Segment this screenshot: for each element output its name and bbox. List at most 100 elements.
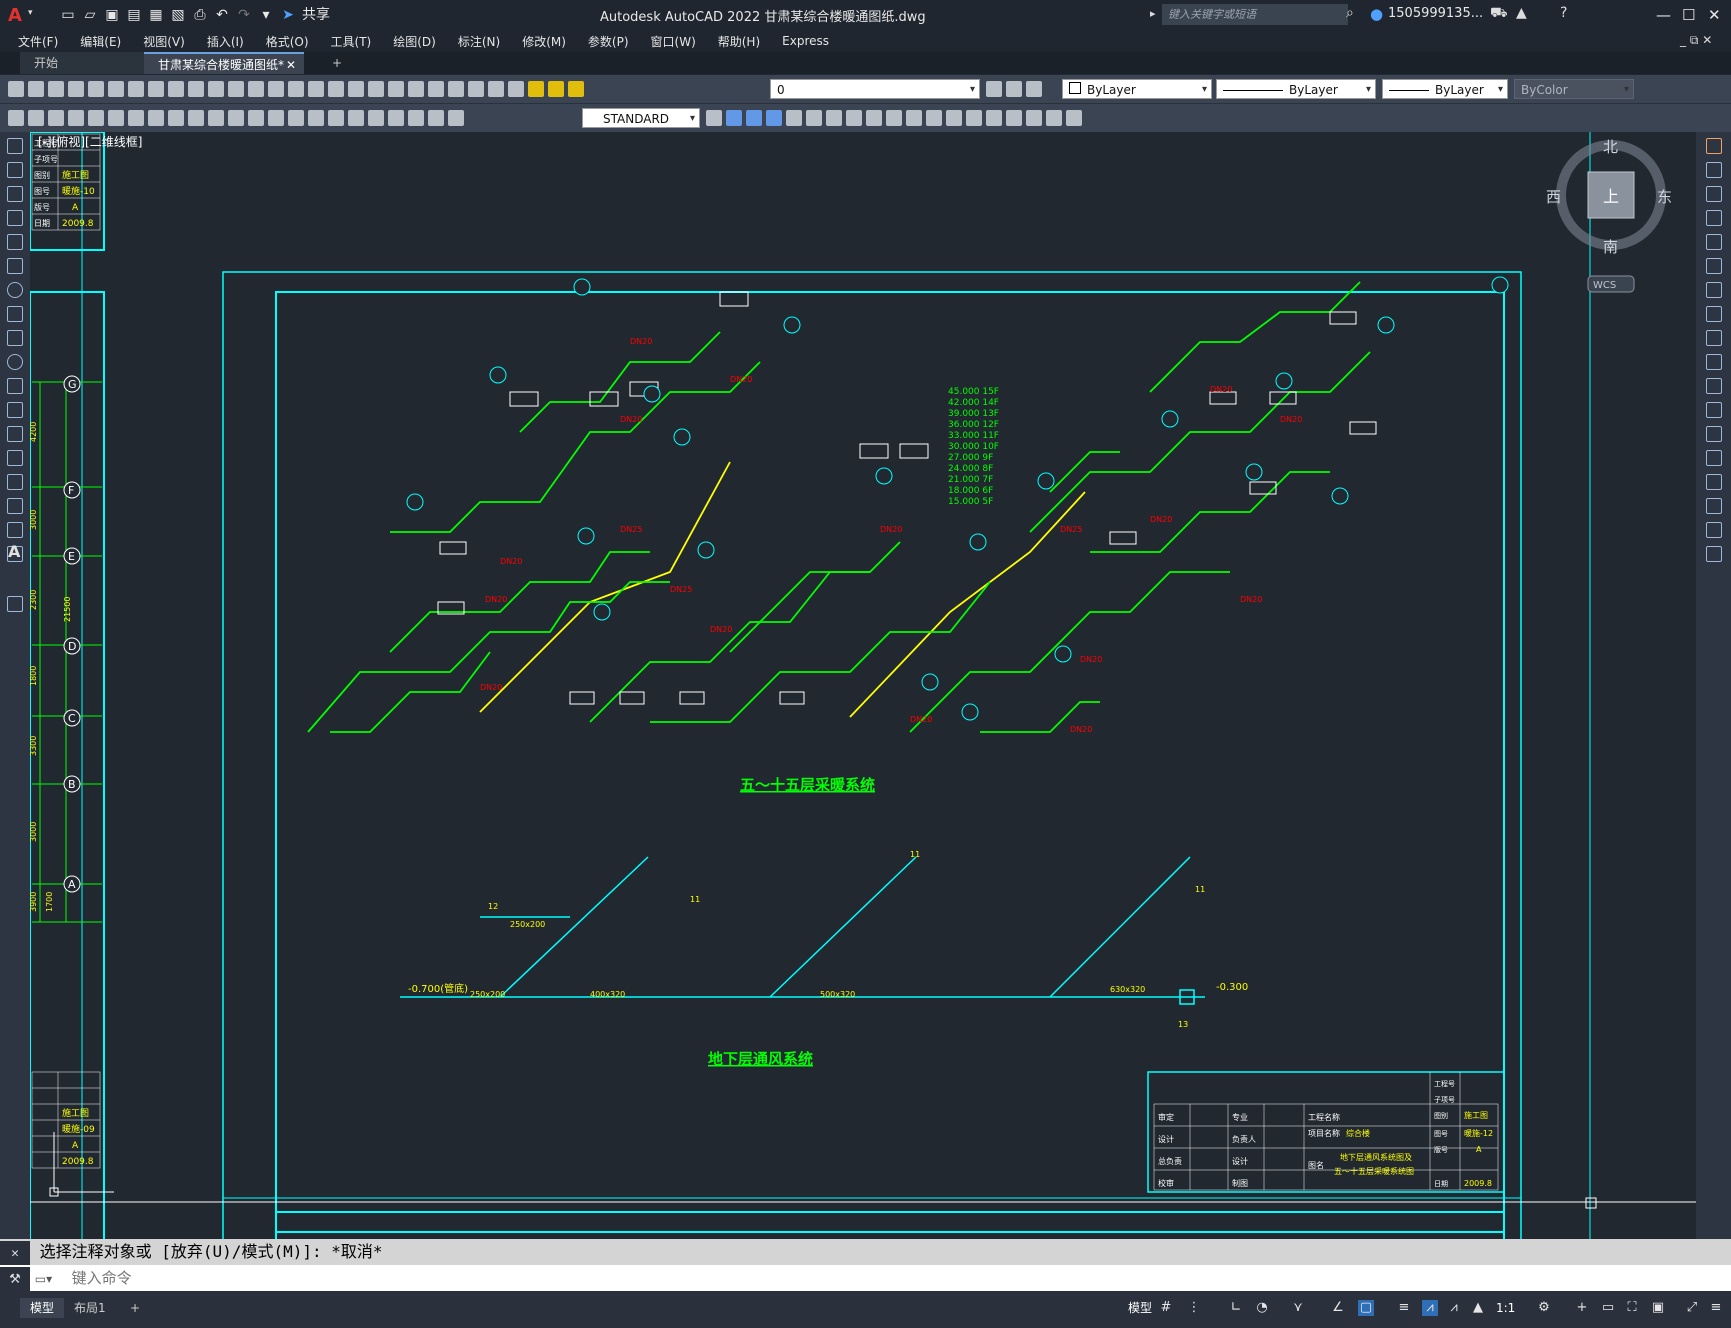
osnap-tracking-icon[interactable]: ∠ — [1330, 1300, 1346, 1316]
dim-text-edit-icon[interactable] — [428, 110, 444, 126]
new-file-icon[interactable]: ▭ — [60, 7, 76, 23]
menu-modify[interactable]: 修改(M) — [522, 33, 566, 50]
close-command-icon[interactable]: ✕ — [0, 1241, 30, 1267]
redo-icon[interactable] — [268, 81, 284, 97]
units-icon[interactable]: ▭ — [1600, 1300, 1616, 1316]
layer-match-icon[interactable] — [28, 110, 44, 126]
ortho-icon[interactable]: ∟ — [1228, 1300, 1244, 1316]
sheetset-icon[interactable] — [428, 81, 444, 97]
mirror-icon[interactable] — [1705, 186, 1722, 202]
break-icon[interactable] — [1705, 426, 1722, 442]
snap-icon[interactable]: ⋮ — [1186, 1300, 1202, 1316]
search-input[interactable]: 键入关键字或短语 — [1162, 4, 1348, 25]
open-file-icon[interactable]: ▱ — [82, 7, 98, 23]
share-icon[interactable]: ➤ — [280, 7, 296, 23]
inspection-icon[interactable] — [368, 110, 384, 126]
viewcube-east[interactable]: 东 — [1657, 188, 1672, 206]
trim-icon[interactable] — [1705, 354, 1722, 370]
layer-states-icon[interactable] — [1026, 81, 1042, 97]
search-icon[interactable]: ⌕ — [1346, 5, 1354, 21]
hatch-icon[interactable] — [7, 474, 23, 490]
linetype-dropdown[interactable]: ByLayer ▾ — [1216, 79, 1376, 99]
dim-continue-icon[interactable] — [268, 110, 284, 126]
circle-icon[interactable] — [7, 282, 23, 298]
menu-edit[interactable]: 编辑(E) — [80, 33, 121, 50]
color-dropdown[interactable]: ByLayer ▾ — [1062, 79, 1212, 99]
doc-window-controls[interactable]: _ ⧉ ✕ — [1680, 33, 1712, 48]
move-icon[interactable] — [1705, 258, 1722, 274]
layer-freeze-icon[interactable] — [548, 81, 564, 97]
menu-view[interactable]: 视图(V) — [143, 33, 185, 50]
qnew-icon[interactable] — [8, 81, 24, 97]
publish-icon[interactable] — [108, 81, 124, 97]
menu-insert[interactable]: 插入(I) — [207, 33, 244, 50]
dim-update-icon[interactable] — [448, 110, 464, 126]
cut-icon[interactable] — [148, 81, 164, 97]
dim-break-icon[interactable] — [308, 110, 324, 126]
help-icon[interactable] — [488, 81, 504, 97]
menu-file[interactable]: 文件(F) — [18, 33, 58, 50]
annotation-visibility-icon[interactable]: ⩘ — [1422, 1300, 1438, 1316]
point-icon[interactable] — [7, 450, 23, 466]
cart-icon[interactable]: ⛟ — [1490, 5, 1508, 23]
array-icon[interactable] — [1705, 234, 1722, 250]
zoom-previous-icon[interactable] — [348, 81, 364, 97]
menu-express[interactable]: Express — [782, 34, 829, 48]
polygon-icon[interactable] — [7, 210, 23, 226]
dim-aligned-icon[interactable] — [88, 110, 104, 126]
pan-icon[interactable] — [288, 81, 304, 97]
viewcube-south[interactable]: 南 — [1603, 238, 1618, 256]
zoom-realtime-icon[interactable] — [308, 81, 324, 97]
paste-icon[interactable] — [188, 81, 204, 97]
send-back-icon[interactable] — [746, 110, 762, 126]
dim-radius-icon[interactable] — [148, 110, 164, 126]
bring-above-icon[interactable] — [766, 110, 782, 126]
make-current-icon[interactable] — [986, 81, 1002, 97]
preview-icon[interactable] — [88, 81, 104, 97]
markup-icon[interactable] — [448, 81, 464, 97]
insert-block-icon[interactable] — [7, 402, 23, 418]
menu-format[interactable]: 格式(O) — [266, 33, 309, 50]
user-icon[interactable]: ● — [1370, 5, 1383, 23]
dim-space-icon[interactable] — [288, 110, 304, 126]
layout1-tab[interactable]: 布局1 — [64, 1298, 116, 1318]
menu-draw[interactable]: 绘图(D) — [393, 33, 436, 50]
calculator-icon[interactable] — [468, 81, 484, 97]
dim-diameter-icon[interactable] — [188, 110, 204, 126]
layer-properties-icon[interactable] — [508, 81, 524, 97]
redo-icon[interactable]: ↷ — [236, 7, 252, 23]
blend-icon[interactable] — [1705, 522, 1722, 538]
plot-icon[interactable]: ⎙ — [192, 7, 208, 23]
dim-ordinate-icon[interactable] — [128, 110, 144, 126]
lineweight-icon[interactable]: ≡ — [1396, 1300, 1412, 1316]
gradient-icon[interactable] — [7, 498, 23, 514]
fillet-icon[interactable] — [1705, 498, 1722, 514]
gear-icon[interactable]: ⚙ — [1536, 1300, 1552, 1316]
autocad-logo[interactable]: A — [8, 5, 24, 26]
lineweight-dropdown[interactable]: ByLayer ▾ — [1382, 79, 1508, 99]
spline-icon[interactable] — [7, 330, 23, 346]
user-name[interactable]: 1505999135... — [1388, 6, 1483, 21]
explode-icon[interactable] — [1705, 546, 1722, 562]
command-input[interactable]: 键入命令 — [72, 1269, 132, 1287]
plot-icon[interactable] — [68, 81, 84, 97]
model-tab[interactable]: 模型 — [20, 1298, 65, 1318]
recent-commands-icon[interactable]: ▭▾ — [35, 1266, 67, 1292]
dim-arc-icon[interactable] — [108, 110, 124, 126]
fullscreen-icon[interactable]: ⤢ — [1684, 1300, 1700, 1316]
offset-icon[interactable] — [1705, 210, 1722, 226]
osnap-icon[interactable]: ▢ — [1358, 1300, 1374, 1316]
measure-icon[interactable] — [966, 110, 982, 126]
annomonitor-icon[interactable]: + — [1574, 1300, 1590, 1316]
viewcube-west[interactable]: 西 — [1546, 188, 1561, 206]
rectangle-icon[interactable] — [7, 234, 23, 250]
quick-properties-icon[interactable]: ⛶ — [1624, 1300, 1640, 1316]
dim-angular-icon[interactable] — [208, 110, 224, 126]
dim-baseline-icon[interactable] — [248, 110, 264, 126]
layer-previous-icon[interactable] — [1006, 81, 1022, 97]
auto-scale-icon[interactable]: ⩘ — [1446, 1300, 1462, 1316]
dimstyle-dropdown[interactable]: STANDARD ▾ — [582, 108, 700, 128]
customize-command-icon[interactable]: ⚒ — [0, 1267, 30, 1293]
jogged-linear-icon[interactable] — [388, 110, 404, 126]
copy-icon[interactable] — [1705, 162, 1722, 178]
